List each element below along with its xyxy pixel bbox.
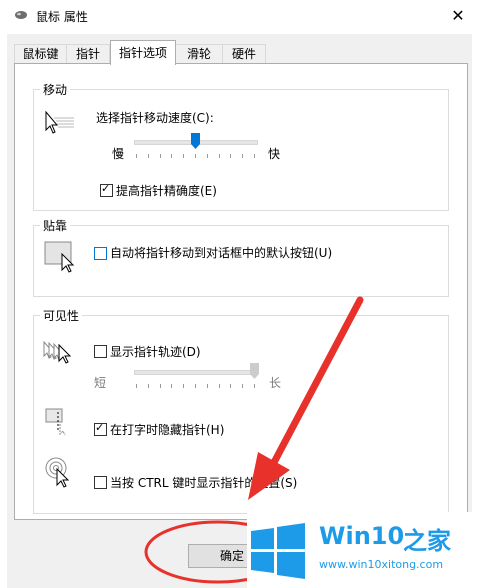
watermark-brand: Win10 (319, 522, 405, 550)
annotation-overlay (144, 296, 364, 584)
watermark-url: www.win10xitong.com (319, 558, 444, 571)
tab-pointer-options[interactable]: 指针选项 (110, 40, 176, 65)
annotation-arrow-shaft (266, 296, 364, 474)
tab-label: 指针选项 (118, 46, 167, 60)
watermark-brand-cn: 之家 (403, 527, 451, 555)
windows-logo-icon (251, 523, 305, 579)
watermark: Win10 之家 www.win10xitong.com (247, 512, 479, 588)
annotation-arrowhead (248, 452, 290, 500)
